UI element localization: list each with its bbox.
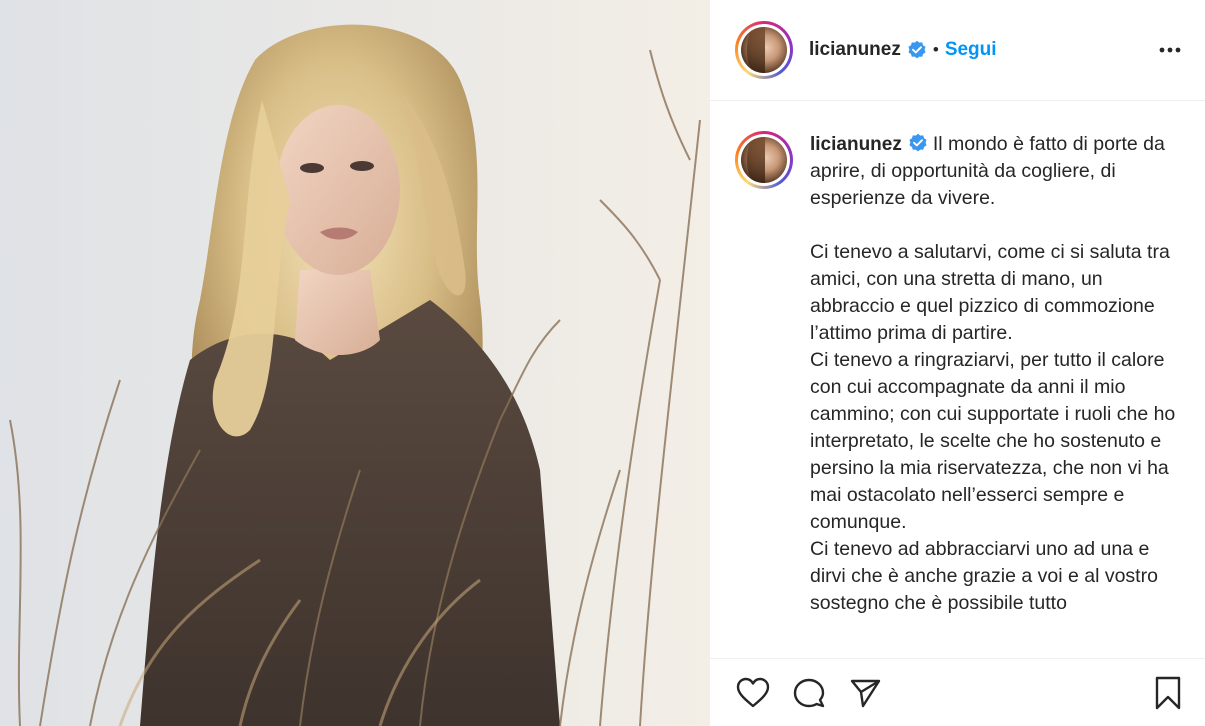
bookmark-icon xyxy=(1155,676,1181,709)
caption-avatar[interactable] xyxy=(735,131,793,189)
header-separator: • xyxy=(932,40,939,59)
heart-icon xyxy=(736,677,770,707)
instagram-post: licianunez • Segui licianunez Il mondo è… xyxy=(0,0,1205,726)
caption-area: licianunez Il mondo è fatto di porte da … xyxy=(710,101,1205,658)
save-button[interactable] xyxy=(1149,674,1187,712)
post-caption: licianunez Il mondo è fatto di porte da … xyxy=(810,131,1182,658)
post-photo[interactable] xyxy=(0,0,709,726)
paper-plane-icon xyxy=(850,679,881,707)
caption-paragraph-4: Ci tenevo ad abbracciarvi uno ad una e d… xyxy=(810,538,1158,614)
post-side-panel: licianunez • Segui licianunez Il mondo è… xyxy=(709,0,1205,726)
comment-button[interactable] xyxy=(790,674,828,712)
caption-paragraph-2: Ci tenevo a salutarvi, come ci si saluta… xyxy=(810,241,1170,344)
header-username[interactable]: licianunez xyxy=(809,39,901,61)
avatar-image xyxy=(741,27,787,73)
avatar-image xyxy=(741,137,787,183)
follow-button[interactable]: Segui xyxy=(945,39,997,61)
portrait-photo-illustration xyxy=(0,0,709,726)
caption-first-line: licianunez Il mondo è fatto di porte da … xyxy=(810,133,1165,209)
verified-badge-icon xyxy=(908,40,926,59)
post-actions xyxy=(710,658,1205,726)
avatar-border xyxy=(738,134,790,186)
caption-username[interactable]: licianunez xyxy=(810,134,902,155)
post-header: licianunez • Segui xyxy=(710,0,1205,101)
verified-badge-icon xyxy=(909,133,927,152)
more-options-icon[interactable] xyxy=(1157,37,1183,63)
caption-paragraph-3: Ci tenevo a ringraziarvi, per tutto il c… xyxy=(810,349,1176,533)
share-button[interactable] xyxy=(846,674,884,712)
like-button[interactable] xyxy=(734,674,772,712)
profile-avatar[interactable] xyxy=(735,21,793,79)
avatar-border xyxy=(738,24,790,76)
comment-icon xyxy=(793,678,825,707)
